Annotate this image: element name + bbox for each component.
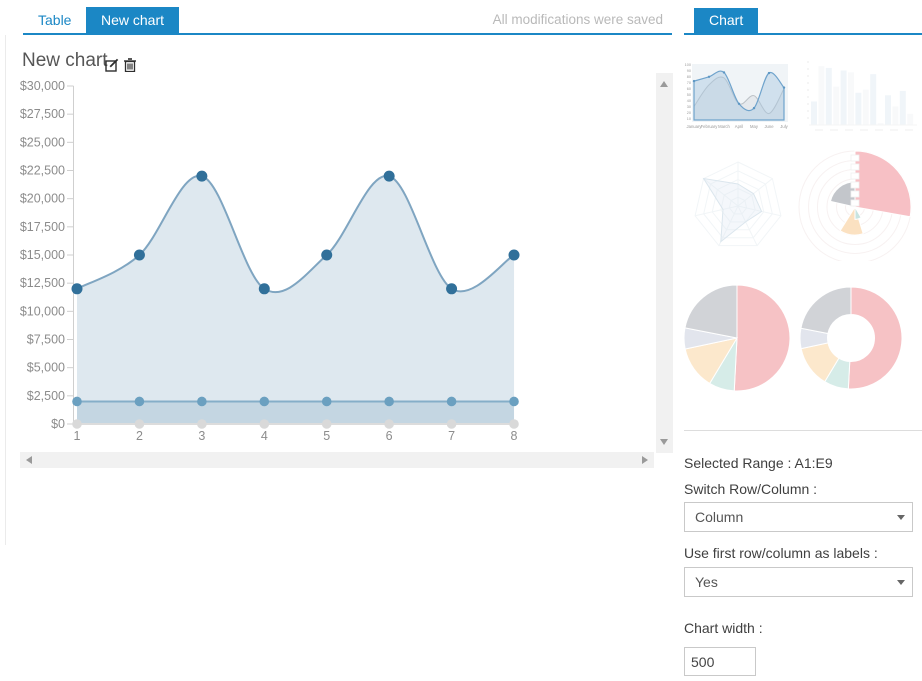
svg-text:20: 20: [687, 111, 691, 115]
chart-width-label: Chart width :: [684, 620, 763, 636]
svg-text:40: 40: [687, 99, 691, 103]
svg-text:$5,000: $5,000: [27, 361, 65, 375]
svg-text:3: 3: [198, 429, 205, 443]
tab-chart-panel[interactable]: Chart: [694, 8, 759, 33]
svg-text:6: 6: [386, 429, 393, 443]
svg-text:July: July: [780, 124, 788, 129]
svg-text:$7,500: $7,500: [27, 333, 65, 347]
thumbnail-radar-chart[interactable]: [684, 150, 792, 262]
svg-text:$12,500: $12,500: [20, 276, 65, 290]
scroll-down-icon[interactable]: [660, 439, 668, 445]
tabbar-underline: [23, 33, 672, 35]
svg-text:May: May: [750, 124, 759, 129]
save-status-text: All modifications were saved: [492, 12, 663, 27]
svg-text:70: 70: [687, 81, 691, 85]
svg-text:60: 60: [687, 87, 691, 91]
svg-text:$17,500: $17,500: [20, 220, 65, 234]
svg-text:80: 80: [687, 75, 691, 79]
svg-text:$20,000: $20,000: [20, 192, 65, 206]
svg-text:$0: $0: [51, 417, 65, 431]
scroll-up-icon[interactable]: [660, 81, 668, 87]
svg-text:$10,000: $10,000: [20, 304, 65, 318]
svg-text:30: 30: [687, 105, 691, 109]
scroll-left-icon[interactable]: [26, 456, 32, 464]
vertical-scrollbar[interactable]: [656, 73, 673, 453]
thumbnail-pie-chart[interactable]: [683, 281, 791, 395]
switch-row-column-select[interactable]: Column: [684, 502, 913, 532]
first-row-labels-select[interactable]: Yes: [684, 567, 913, 597]
area-chart-canvas: $30,000 $27,500 $25,000 $22,500 $20,000 $17,5…: [20, 79, 520, 443]
svg-text:$27,500: $27,500: [20, 107, 65, 121]
svg-text:2: 2: [136, 429, 143, 443]
svg-text:90: 90: [687, 69, 691, 73]
chart-editor-page: { "tabs": { "table": "Table", "new_chart…: [0, 0, 922, 681]
svg-text:7: 7: [448, 429, 455, 443]
svg-text:10: 10: [687, 117, 691, 121]
svg-text:100: 100: [685, 63, 691, 67]
svg-text:1: 1: [74, 429, 81, 443]
horizontal-scrollbar[interactable]: [20, 452, 654, 468]
tab-new-chart[interactable]: New chart: [86, 7, 180, 33]
tab-table[interactable]: Table: [23, 7, 87, 33]
svg-text:8: 8: [511, 429, 518, 443]
selected-range-text: Selected Range : A1:E9: [684, 455, 833, 471]
panel-separator: [684, 430, 922, 431]
svg-text:$2,500: $2,500: [27, 389, 65, 403]
svg-text:$30,000: $30,000: [20, 79, 65, 93]
svg-text:$15,000: $15,000: [20, 248, 65, 262]
svg-text:5: 5: [323, 429, 330, 443]
svg-text:April: April: [735, 124, 743, 129]
thumbnail-doughnut-chart[interactable]: [795, 284, 907, 392]
thumbnail-area-chart[interactable]: 100908070605040302010January February Marc…: [684, 58, 790, 136]
first-row-labels-label: Use first row/column as labels :: [684, 545, 878, 561]
svg-text:February: February: [701, 124, 719, 129]
svg-text:50: 50: [687, 93, 691, 97]
panel-underline: [684, 33, 922, 35]
thumbnail-bar-chart[interactable]: [795, 57, 919, 137]
chart-width-input[interactable]: [684, 647, 756, 676]
svg-text:4: 4: [261, 429, 268, 443]
svg-text:June: June: [764, 124, 774, 129]
switch-row-column-label: Switch Row/Column :: [684, 481, 818, 497]
svg-text:$22,500: $22,500: [20, 164, 65, 178]
svg-text:March: March: [718, 124, 730, 129]
scroll-right-icon[interactable]: [642, 456, 648, 464]
thumbnail-polar-area-chart[interactable]: [793, 147, 919, 261]
svg-text:$25,000: $25,000: [20, 135, 65, 149]
